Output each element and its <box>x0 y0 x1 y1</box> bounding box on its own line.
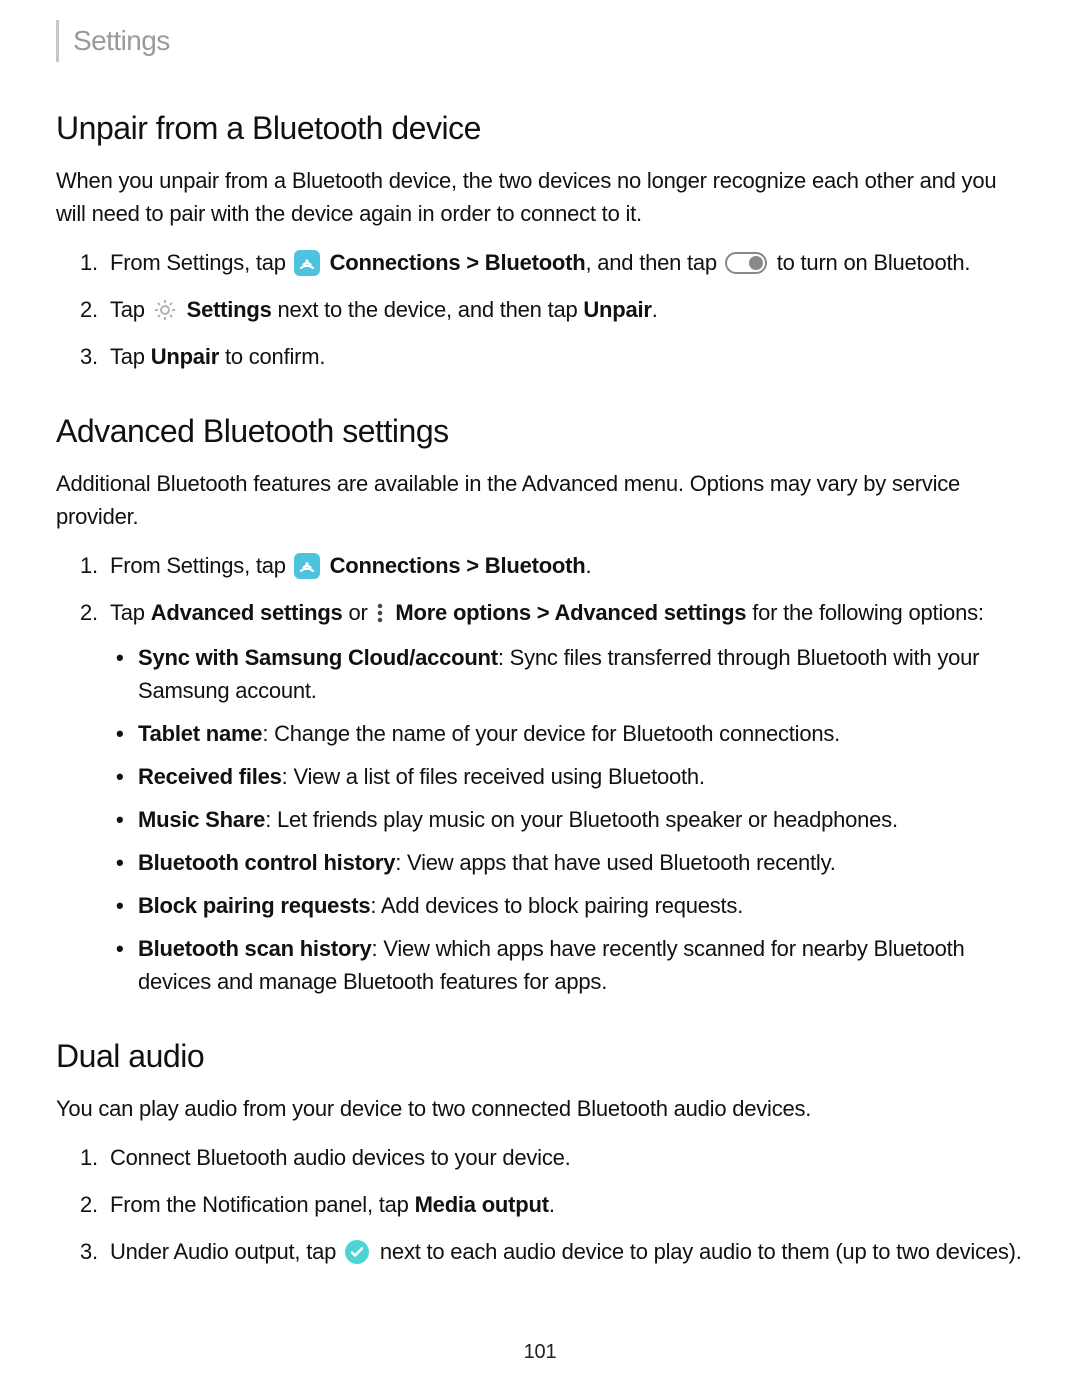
bold-text: Tablet name <box>138 721 262 746</box>
list-item: Tablet name: Change the name of your dev… <box>110 717 1024 750</box>
page-number: 101 <box>0 1337 1080 1367</box>
advanced-step-1: From Settings, tap Connections > Bluetoo… <box>56 549 1024 582</box>
section-advanced-steps: From Settings, tap Connections > Bluetoo… <box>56 549 1024 998</box>
text: next to each audio device to play audio … <box>374 1239 1022 1264</box>
list-item: Block pairing requests: Add devices to b… <box>110 889 1024 922</box>
section-unpair-intro: When you unpair from a Bluetooth device,… <box>56 164 1024 230</box>
bold-text: Bluetooth scan history <box>138 936 372 961</box>
text: to turn on Bluetooth. <box>771 250 970 275</box>
text: . <box>652 297 658 322</box>
page-header: Settings <box>56 20 1024 62</box>
dualaudio-step-3: Under Audio output, tap next to each aud… <box>56 1235 1024 1268</box>
bold-text: Unpair <box>583 297 651 322</box>
section-unpair-heading: Unpair from a Bluetooth device <box>56 104 1024 152</box>
header-title: Settings <box>73 20 1024 62</box>
dualaudio-step-2: From the Notification panel, tap Media o… <box>56 1188 1024 1221</box>
advanced-step-2: Tap Advanced settings or More options > … <box>56 596 1024 998</box>
bold-text: Connections > Bluetooth <box>330 250 586 275</box>
text: to confirm. <box>219 344 325 369</box>
bold-text: Received files <box>138 764 282 789</box>
text: : Change the name of your device for Blu… <box>262 721 840 746</box>
text: : View a list of files received using Bl… <box>282 764 705 789</box>
check-circle-icon <box>344 1239 370 1265</box>
section-advanced-heading: Advanced Bluetooth settings <box>56 407 1024 455</box>
unpair-step-2: Tap Settings next to the device, and the… <box>56 293 1024 326</box>
text: : Let friends play music on your Bluetoo… <box>265 807 898 832</box>
section-dualaudio-steps: Connect Bluetooth audio devices to your … <box>56 1141 1024 1268</box>
section-dualaudio-intro: You can play audio from your device to t… <box>56 1092 1024 1125</box>
section-unpair-steps: From Settings, tap Connections > Bluetoo… <box>56 246 1024 373</box>
bold-text: Sync with Samsung Cloud/account <box>138 645 498 670</box>
bold-text: More options > Advanced settings <box>395 600 746 625</box>
section-dualaudio-heading: Dual audio <box>56 1032 1024 1080</box>
text: or <box>343 600 374 625</box>
section-advanced-intro: Additional Bluetooth features are availa… <box>56 467 1024 533</box>
text: : View apps that have used Bluetooth rec… <box>395 850 835 875</box>
list-item: Bluetooth scan history: View which apps … <box>110 932 1024 998</box>
toggle-icon <box>725 252 767 274</box>
list-item: Music Share: Let friends play music on y… <box>110 803 1024 836</box>
bold-text: Settings <box>187 297 272 322</box>
bold-text: Unpair <box>151 344 219 369</box>
bold-text: Music Share <box>138 807 265 832</box>
dualaudio-step-1: Connect Bluetooth audio devices to your … <box>56 1141 1024 1174</box>
more-options-icon <box>375 602 385 624</box>
text: From Settings, tap <box>110 250 292 275</box>
bold-text: Bluetooth control history <box>138 850 395 875</box>
text: Tap <box>110 344 151 369</box>
bold-text: Connections > Bluetooth <box>330 553 586 578</box>
text: . <box>585 553 591 578</box>
text: Tap <box>110 600 151 625</box>
text: Tap <box>110 297 151 322</box>
connections-icon <box>294 250 320 276</box>
list-item: Bluetooth control history: View apps tha… <box>110 846 1024 879</box>
gear-icon <box>153 298 177 322</box>
bold-text: Advanced settings <box>151 600 343 625</box>
text: Under Audio output, tap <box>110 1239 342 1264</box>
list-item: Sync with Samsung Cloud/account: Sync fi… <box>110 641 1024 707</box>
text: for the following options: <box>746 600 983 625</box>
connections-icon <box>294 553 320 579</box>
bold-text: Block pairing requests <box>138 893 370 918</box>
text: next to the device, and then tap <box>272 297 584 322</box>
unpair-step-3: Tap Unpair to confirm. <box>56 340 1024 373</box>
bold-text: Media output <box>415 1192 549 1217</box>
text: , and then tap <box>585 250 722 275</box>
text: From Settings, tap <box>110 553 292 578</box>
unpair-step-1: From Settings, tap Connections > Bluetoo… <box>56 246 1024 279</box>
text: : Add devices to block pairing requests. <box>370 893 743 918</box>
text: . <box>549 1192 555 1217</box>
advanced-options-list: Sync with Samsung Cloud/account: Sync fi… <box>110 641 1024 998</box>
list-item: Received files: View a list of files rec… <box>110 760 1024 793</box>
text: From the Notification panel, tap <box>110 1192 415 1217</box>
